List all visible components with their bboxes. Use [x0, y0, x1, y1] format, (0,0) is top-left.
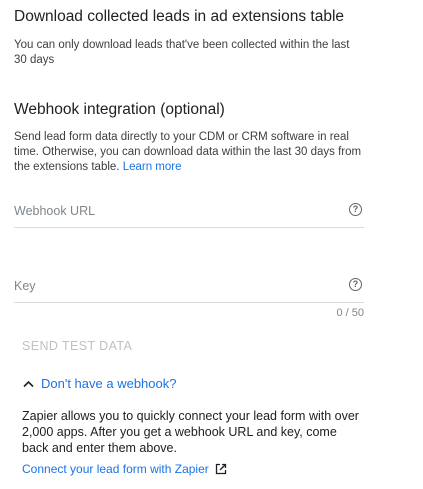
help-circle-icon[interactable]: ? — [349, 278, 362, 291]
key-field: ? — [14, 272, 364, 303]
zapier-connect-link[interactable]: Connect your lead form with Zapier — [22, 462, 227, 476]
webhook-url-input[interactable] — [14, 197, 334, 225]
download-section-description: You can only download leads that've been… — [14, 39, 350, 66]
key-input[interactable] — [14, 272, 334, 300]
zapier-connect-label: Connect your lead form with Zapier — [22, 462, 209, 476]
webhook-section-description: Send lead form data directly to your CDM… — [14, 130, 369, 175]
help-circle-icon[interactable]: ? — [349, 203, 362, 216]
download-section-title: Download collected leads in ad extension… — [14, 8, 345, 25]
chevron-up-icon — [23, 380, 34, 387]
open-in-new-icon — [215, 463, 226, 475]
no-webhook-toggle[interactable]: Don't have a webhook? — [22, 376, 176, 391]
webhook-section-title: Webhook integration (optional) — [14, 101, 225, 118]
send-test-data-button[interactable]: SEND TEST DATA — [22, 339, 132, 353]
key-character-counter: 0 / 50 — [336, 307, 364, 319]
no-webhook-toggle-label: Don't have a webhook? — [41, 376, 177, 391]
webhook-url-field: ? — [14, 197, 364, 228]
webhook-description-text: Send lead form data directly to your CDM… — [14, 131, 362, 173]
zapier-description: Zapier allows you to quickly connect you… — [22, 409, 359, 455]
learn-more-link[interactable]: Learn more — [123, 161, 182, 173]
